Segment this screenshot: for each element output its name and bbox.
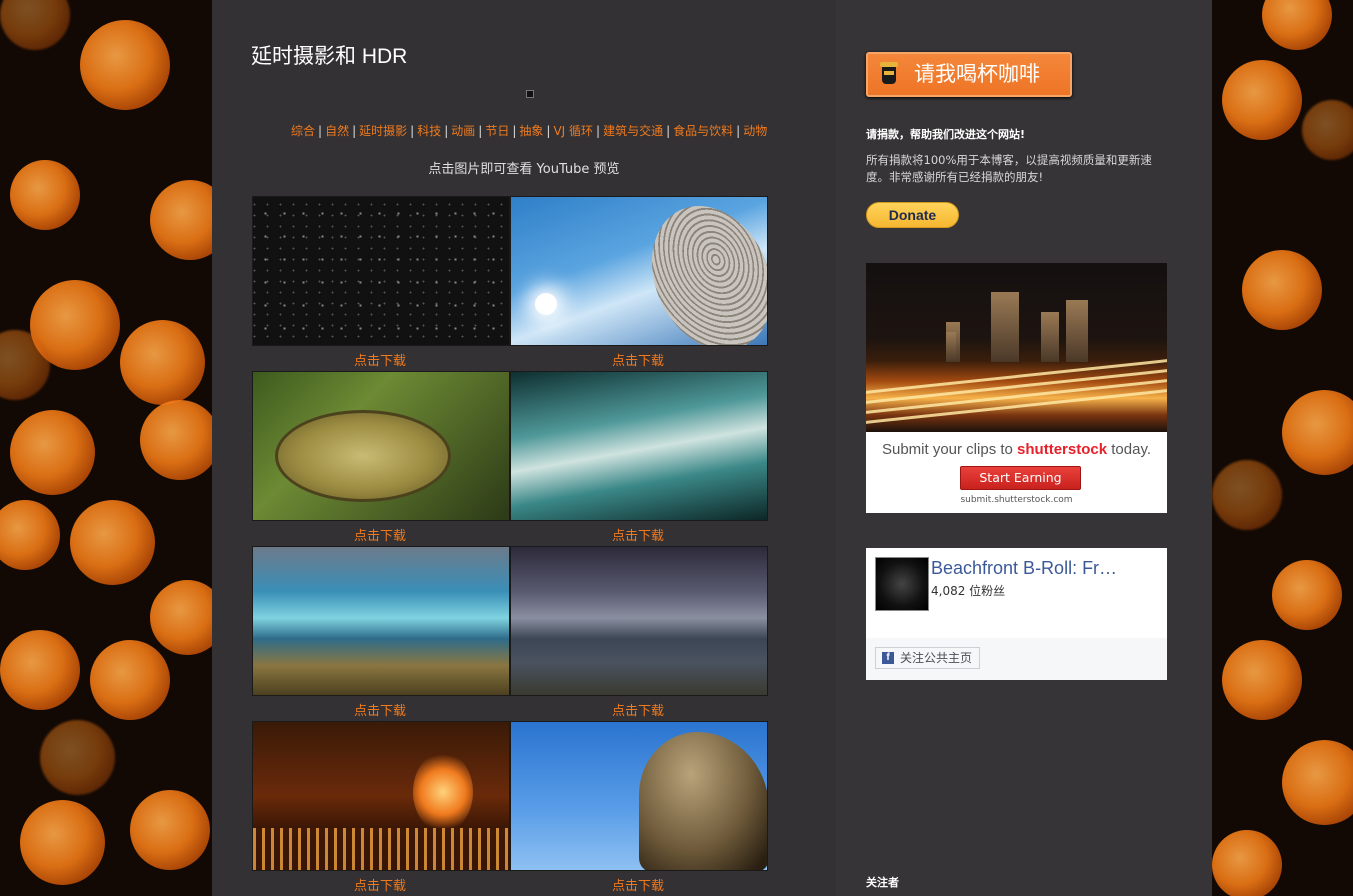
sun-shape [535, 293, 557, 315]
coffee-button-label: 请我喝杯咖啡 [914, 62, 1040, 86]
dish-shape [629, 197, 767, 345]
nav-separator: | [596, 124, 601, 138]
download-link[interactable]: 点击下载 [510, 700, 766, 719]
nav-separator: | [736, 124, 741, 138]
video-gallery: 点击下载 点击下载 点击下载 点击下载 点击下载 点击下载 点击下载 点击下载 [251, 195, 768, 895]
broken-image-icon [526, 90, 534, 98]
category-link-general[interactable]: 综合 [291, 124, 315, 138]
facebook-page-footer: f 关注公共主页 [866, 638, 1167, 680]
thumbnail-starry-night[interactable] [252, 196, 510, 346]
ad-url: submit.shutterstock.com [960, 495, 1073, 505]
page-avatar[interactable] [875, 557, 929, 611]
shutterstock-logo: shutterstock [1017, 441, 1108, 458]
category-link-abstract[interactable]: 抽象 [519, 124, 543, 138]
facebook-fan-count: 4,082 位粉丝 [931, 584, 1006, 598]
statue-shape [639, 732, 767, 870]
category-link-technology[interactable]: 科技 [417, 124, 441, 138]
thumbnail-angel-statue[interactable] [510, 721, 768, 871]
city-lights-shape [253, 828, 509, 870]
donate-heading: 请捐款，帮助我们改进这个网站! [866, 128, 1026, 141]
nav-separator: | [410, 124, 415, 138]
paypal-donate-button[interactable]: Donate [866, 202, 959, 228]
donate-text: 所有捐款将100%用于本博客，以提高视频质量和更新速度。非常感谢所有已经捐款的朋… [866, 153, 1152, 184]
download-link[interactable]: 点击下载 [252, 350, 508, 369]
gallery-row: 点击下载 点击下载 [251, 720, 768, 895]
nav-separator: | [512, 124, 517, 138]
coffee-cup-icon [880, 62, 898, 84]
category-link-timelapse[interactable]: 延时摄影 [359, 124, 407, 138]
category-link-nature[interactable]: 自然 [325, 124, 349, 138]
nav-separator: | [444, 124, 449, 138]
follow-page-label: 关注公共主页 [900, 651, 973, 665]
download-link[interactable]: 点击下载 [510, 350, 766, 369]
nav-separator: | [352, 124, 357, 138]
download-link[interactable]: 点击下载 [510, 525, 766, 544]
download-link[interactable]: 点击下载 [510, 875, 766, 894]
category-link-animals[interactable]: 动物 [743, 124, 767, 138]
bokeh-background-right [1212, 0, 1353, 896]
nav-separator: | [666, 124, 671, 138]
download-link[interactable]: 点击下载 [252, 875, 508, 894]
nav-separator: | [546, 124, 551, 138]
followers-heading: 关注者 [866, 876, 899, 889]
nav-separator: | [318, 124, 323, 138]
gallery-row: 点击下载 点击下载 [251, 545, 768, 720]
download-link[interactable]: 点击下载 [252, 700, 508, 719]
category-link-holidays[interactable]: 节日 [485, 124, 509, 138]
preview-note: 点击图片即可查看 YouTube 预览 [428, 162, 620, 177]
shutterstock-ad[interactable]: Submit your clips to shutterstock today.… [866, 263, 1167, 513]
buy-me-coffee-button[interactable]: 请我喝杯咖啡 [866, 52, 1072, 97]
page-container: 延时摄影和 HDR 综合 | 自然 | 延时摄影 | 科技 | 动画 | 节日 | 抽象 | VJ 循环 | 建… [212, 0, 1212, 896]
category-link-animation[interactable]: 动画 [451, 124, 475, 138]
thumbnail-city-fire[interactable] [252, 721, 510, 871]
facebook-page-name[interactable]: Beachfront B-Roll: Fr… [931, 558, 1117, 579]
ad-night-city-image [866, 263, 1167, 432]
facebook-icon: f [882, 652, 894, 664]
thumbnail-satellite-dish[interactable] [510, 196, 768, 346]
category-link-food[interactable]: 食品与饮料 [673, 124, 733, 138]
gallery-row: 点击下载 点击下载 [251, 370, 768, 545]
post-title: 延时摄影和 HDR [251, 45, 408, 68]
thumbnail-waterfall[interactable] [252, 546, 510, 696]
flame-shape [413, 752, 473, 832]
ad-tagline: Submit your clips to shutterstock today. [881, 441, 1151, 458]
facebook-page-widget: Beachfront B-Roll: Fr… 4,082 位粉丝 f 关注公共主… [866, 548, 1167, 680]
bokeh-background-left [0, 0, 212, 896]
category-link-architecture[interactable]: 建筑与交通 [603, 124, 663, 138]
thumbnail-sundial[interactable] [252, 371, 510, 521]
nav-separator: | [478, 124, 483, 138]
gallery-row: 点击下载 点击下载 [251, 195, 768, 370]
follow-page-button[interactable]: f 关注公共主页 [875, 647, 981, 669]
thumbnail-stormy-sea[interactable] [510, 546, 768, 696]
category-link-vj-loops[interactable]: VJ 循环 [553, 124, 593, 138]
category-nav: 综合 | 自然 | 延时摄影 | 科技 | 动画 | 节日 | 抽象 | VJ 循环 | 建筑与交通 | 食品与饮料… [291, 122, 767, 139]
facebook-page-header: Beachfront B-Roll: Fr… 4,082 位粉丝 [866, 548, 1167, 638]
start-earning-button[interactable]: Start Earning [960, 466, 1081, 490]
sidebar: 请我喝杯咖啡 请捐款，帮助我们改进这个网站! 所有捐款将100%用于本博客，以提… [836, 0, 1212, 896]
sundial-shape [275, 410, 451, 502]
main-content: 延时摄影和 HDR 综合 | 自然 | 延时摄影 | 科技 | 动画 | 节日 | 抽象 | VJ 循环 | 建… [212, 0, 836, 896]
thumbnail-flowing-water[interactable] [510, 371, 768, 521]
download-link[interactable]: 点击下载 [252, 525, 508, 544]
